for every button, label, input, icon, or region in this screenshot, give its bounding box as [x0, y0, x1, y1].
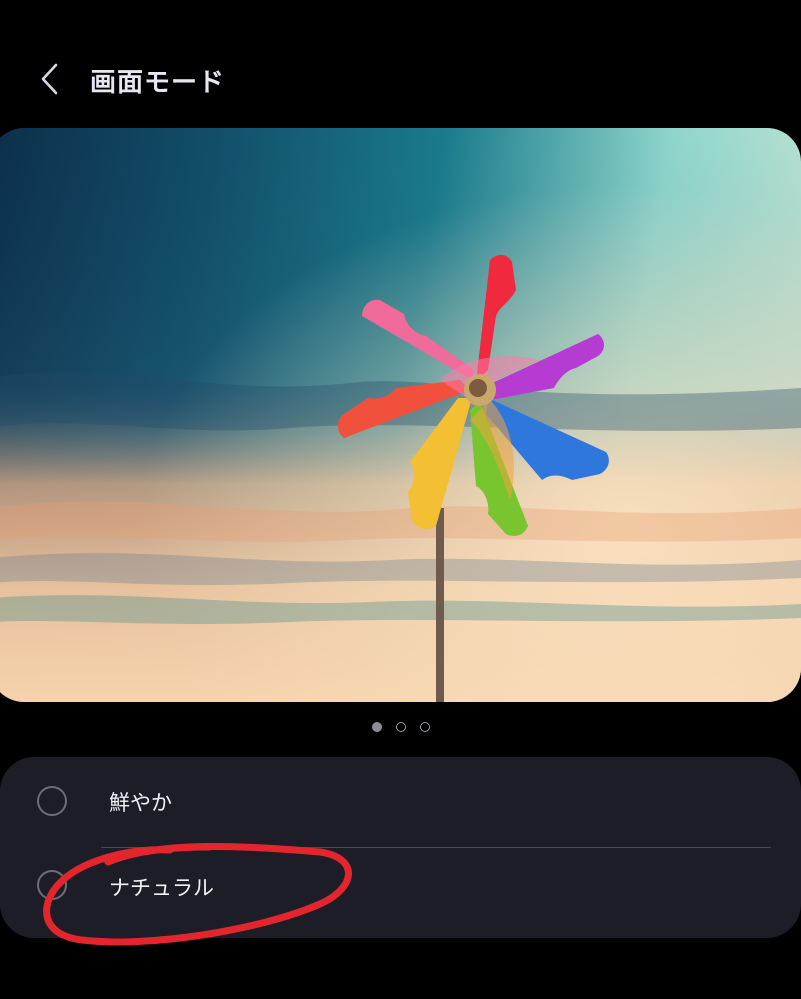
page-dot-2[interactable]	[395, 722, 406, 732]
preview-carousel[interactable]	[0, 128, 801, 702]
screen-mode-options: 鮮やか ナチュラル	[0, 757, 801, 938]
radio-button-vivid[interactable]	[37, 786, 67, 816]
page-indicator	[0, 716, 801, 738]
radio-button-natural[interactable]	[37, 870, 67, 900]
option-vivid[interactable]: 鮮やか	[0, 757, 801, 848]
option-label-natural: ナチュラル	[109, 876, 214, 900]
chevron-left-icon	[41, 63, 58, 95]
option-label-vivid: 鮮やか	[109, 791, 172, 815]
app-header: 画面モード	[0, 44, 801, 114]
page-dot-1[interactable]	[371, 722, 382, 732]
option-natural[interactable]: ナチュラル	[0, 848, 801, 938]
page-dot-3[interactable]	[419, 722, 430, 732]
page-title: 画面モード	[90, 68, 226, 98]
pinwheel-preview-image	[0, 128, 801, 702]
back-button[interactable]	[26, 52, 74, 106]
